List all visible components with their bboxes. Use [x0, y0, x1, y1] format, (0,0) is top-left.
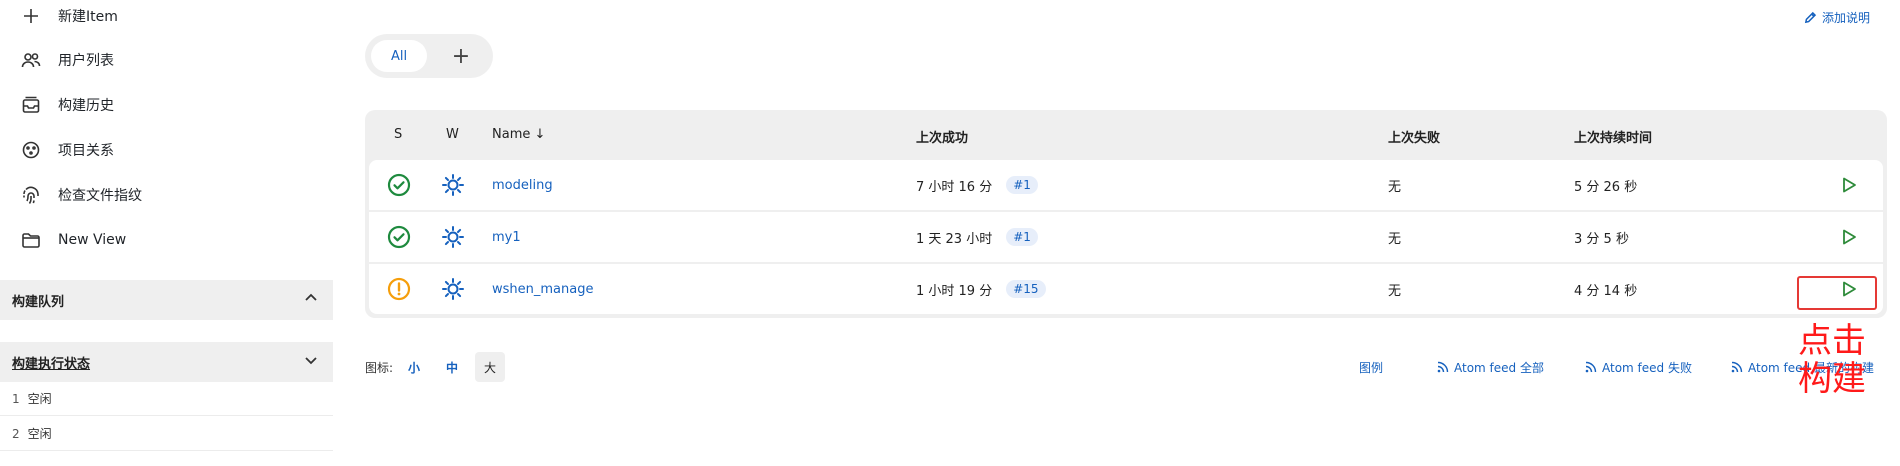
job-name-link[interactable]: wshen_manage — [492, 264, 593, 314]
icon-size-label: 图标: — [365, 360, 394, 375]
job-name[interactable]: my1 — [492, 230, 521, 245]
executor-number: 2 — [12, 426, 20, 441]
build-queue-title: 构建队列 — [12, 294, 65, 310]
history-icon — [20, 94, 42, 116]
pencil-icon — [1804, 11, 1822, 24]
add-description-label: 添加说明 — [1821, 11, 1870, 25]
sidebar-item-label: 构建历史 — [58, 98, 114, 114]
executor-status-panel-header[interactable]: 构建执行状态 — [0, 342, 333, 382]
rss-icon — [1437, 361, 1454, 373]
schedule-build-button[interactable] — [1839, 160, 1859, 210]
last-success-time: 7 小时 16 分 — [916, 179, 993, 195]
sunny-weather-icon — [441, 212, 465, 262]
table-row: wshen_manage 1 小时 19 分 #15 无 4 分 14 秒 — [369, 264, 1883, 314]
annotation-text: 点击构建 — [1798, 321, 1866, 399]
last-failure-cell: 无 — [1388, 283, 1402, 299]
sidebar: 新建Item 用户列表 构建历史 项目关系 检查文件指纹 New View 构建… — [0, 0, 333, 466]
play-icon — [1839, 227, 1859, 247]
sidebar-item-label: New View — [58, 232, 127, 248]
atom-feed-failed-link[interactable]: Atom feed 失败 — [1585, 352, 1692, 382]
view-tabs: All + — [365, 34, 493, 78]
chevron-up-icon[interactable] — [303, 290, 319, 310]
last-duration-cell: 5 分 26 秒 — [1574, 179, 1638, 195]
annotation-highlight-box — [1797, 276, 1877, 310]
sidebar-item-label: 新建Item — [58, 9, 118, 25]
job-name-link[interactable]: my1 — [492, 212, 521, 262]
icon-size-medium[interactable]: 中 — [437, 352, 467, 382]
last-failure-cell: 无 — [1388, 231, 1402, 247]
add-tab-button[interactable]: + — [445, 40, 477, 72]
build-number-badge[interactable]: #1 — [1006, 176, 1038, 194]
icon-size-large[interactable]: 大 — [475, 352, 506, 382]
job-name-link[interactable]: modeling — [492, 160, 553, 210]
chevron-down-icon[interactable] — [303, 352, 319, 372]
table-header: S W Name ↓ 上次成功 上次失败 上次持续时间 — [365, 110, 1887, 160]
sidebar-item-build-history[interactable]: 构建历史 — [20, 87, 114, 123]
tab-all[interactable]: All — [371, 40, 427, 72]
play-icon — [1839, 175, 1859, 195]
executor-row: 2 空闲 — [0, 417, 333, 451]
col-header-status[interactable]: S — [394, 127, 402, 142]
sidebar-item-fingerprint[interactable]: 检查文件指纹 — [20, 177, 142, 213]
col-header-last-success[interactable]: 上次成功 — [916, 127, 968, 146]
col-header-name[interactable]: Name ↓ — [492, 127, 545, 142]
last-duration-cell: 4 分 14 秒 — [1574, 283, 1638, 299]
fingerprint-icon — [20, 184, 42, 206]
sidebar-item-label: 项目关系 — [58, 143, 114, 159]
table-row: modeling 7 小时 16 分 #1 无 5 分 26 秒 — [369, 160, 1883, 210]
build-number-badge[interactable]: #15 — [1006, 280, 1046, 298]
executor-status: 空闲 — [27, 427, 52, 441]
last-success-cell: 1 小时 19 分 #15 — [916, 264, 1046, 314]
last-success-time: 1 小时 19 分 — [916, 283, 993, 299]
job-name[interactable]: wshen_manage — [492, 282, 593, 297]
icon-size-selector: 图标: 小 中 大 — [365, 352, 506, 382]
build-queue-panel-header[interactable]: 构建队列 — [0, 280, 333, 320]
plus-icon — [20, 5, 42, 27]
last-success-time: 1 天 23 小时 — [916, 231, 993, 247]
last-duration-cell: 3 分 5 秒 — [1574, 231, 1629, 247]
job-table: S W Name ↓ 上次成功 上次失败 上次持续时间 modeling 7 小… — [365, 110, 1887, 318]
executor-row: 1 空闲 — [0, 382, 333, 416]
add-description-link[interactable]: 添加说明 — [1804, 9, 1870, 26]
table-row: my1 1 天 23 小时 #1 无 3 分 5 秒 — [369, 212, 1883, 262]
build-number-badge[interactable]: #1 — [1006, 228, 1038, 246]
icon-size-small[interactable]: 小 — [399, 352, 429, 382]
col-header-last-failure[interactable]: 上次失败 — [1388, 127, 1440, 146]
col-header-weather[interactable]: W — [446, 127, 459, 142]
last-failure-cell: 无 — [1388, 179, 1402, 195]
sidebar-item-new-view[interactable]: New View — [20, 222, 126, 258]
sidebar-item-new-item[interactable]: 新建Item — [20, 0, 118, 34]
rss-icon — [1585, 361, 1602, 373]
atom-feed-all-label: Atom feed 全部 — [1454, 360, 1544, 375]
users-icon — [20, 49, 42, 71]
sidebar-item-label: 检查文件指纹 — [58, 188, 142, 204]
atom-feed-all-link[interactable]: Atom feed 全部 — [1437, 352, 1544, 382]
sidebar-item-label: 用户列表 — [58, 53, 114, 69]
success-icon — [387, 212, 411, 262]
rss-icon — [1731, 361, 1748, 373]
executor-number: 1 — [12, 391, 20, 406]
unstable-icon — [387, 264, 411, 314]
success-icon — [387, 160, 411, 210]
relationship-icon — [20, 139, 42, 161]
last-success-cell: 7 小时 16 分 #1 — [916, 160, 1038, 210]
sunny-weather-icon — [441, 160, 465, 210]
last-success-cell: 1 天 23 小时 #1 — [916, 212, 1038, 262]
executor-status-title[interactable]: 构建执行状态 — [12, 353, 90, 372]
col-header-last-duration[interactable]: 上次持续时间 — [1574, 127, 1652, 146]
job-name[interactable]: modeling — [492, 178, 553, 193]
legend-label: 图例 — [1359, 360, 1384, 375]
sunny-weather-icon — [441, 264, 465, 314]
atom-feed-failed-label: Atom feed 失败 — [1602, 360, 1692, 375]
folder-icon — [20, 229, 42, 251]
sidebar-item-users[interactable]: 用户列表 — [20, 42, 114, 78]
legend-link[interactable]: 图例 — [1359, 352, 1383, 382]
schedule-build-button[interactable] — [1839, 212, 1859, 262]
executor-status: 空闲 — [27, 392, 52, 406]
sidebar-item-project-relationship[interactable]: 项目关系 — [20, 132, 114, 168]
